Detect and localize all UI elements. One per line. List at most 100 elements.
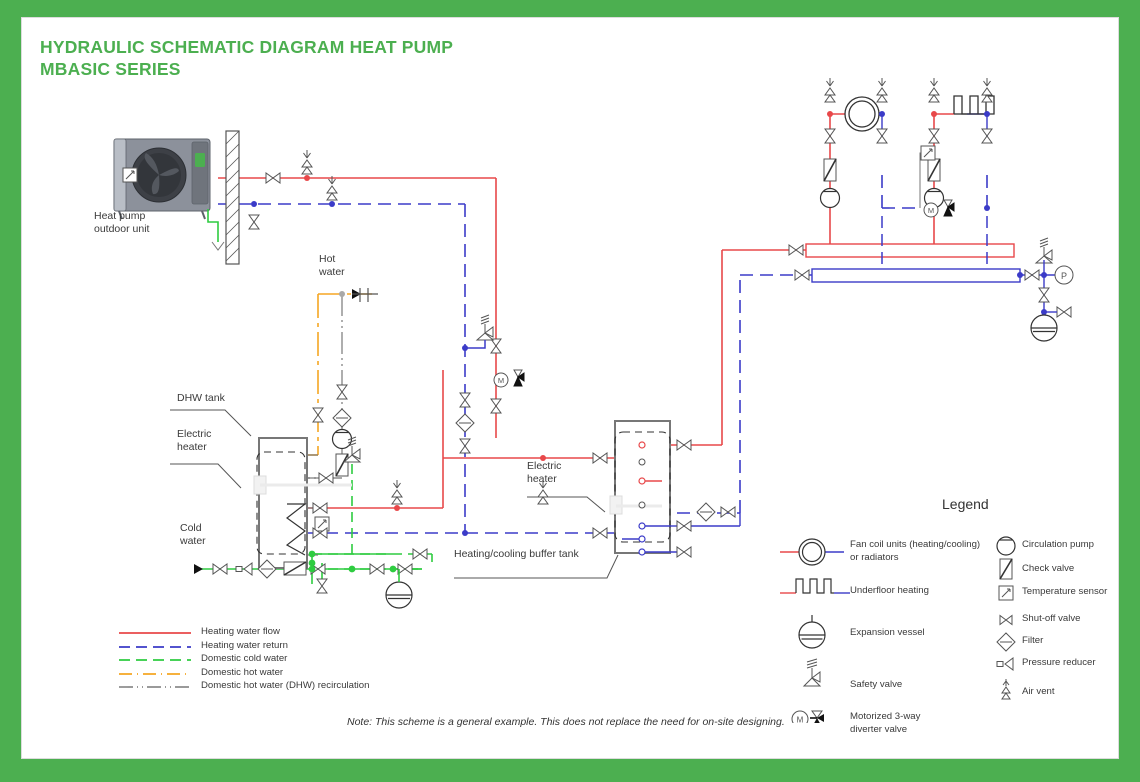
- diagram-frame: HYDRAULIC SCHEMATIC DIAGRAM HEAT PUMP MB…: [22, 18, 1118, 758]
- fan-coil-unit[interactable]: [844, 96, 880, 132]
- shutoff-valve-icon: [1024, 269, 1040, 281]
- shutoff-valve-icon: [676, 520, 692, 532]
- pipe-junction: [251, 201, 257, 207]
- air-vent-icon: [391, 479, 403, 505]
- safety-valve-icon: [476, 314, 494, 341]
- legend-item-pressure-reducer: Pressure reducer: [1022, 657, 1096, 668]
- legend-expansion-vessel-icon: [798, 615, 826, 649]
- svg-text:M: M: [797, 716, 804, 724]
- air-vent-icon: [824, 77, 836, 103]
- electric-heater-dhw-label: Electric heater: [177, 428, 212, 453]
- line-legend-row: Heating water flow: [117, 626, 497, 639]
- line-legend-label: Heating water return: [201, 639, 288, 651]
- shutoff-valve-icon: [720, 506, 736, 518]
- line-legend-swatch: [119, 632, 191, 634]
- electric-heater-buffer-label: Electric heater: [527, 460, 562, 485]
- flow-arrow-icon: [194, 564, 203, 574]
- legend-fan-coil-icon: [780, 538, 844, 566]
- legend-item-safety-valve: Safety valve: [850, 679, 903, 690]
- safety-valve-icon: [1035, 237, 1053, 264]
- legend-item-underfloor: Underfloor heating: [850, 585, 929, 596]
- legend-item-circulation-pump: Circulation pump: [1022, 539, 1094, 550]
- shutoff-valve-icon: [928, 128, 940, 144]
- shutoff-valve-icon: [459, 438, 471, 454]
- line-legend-row: Domestic hot water: [117, 667, 497, 680]
- circulation-pump-icon: [819, 187, 841, 209]
- air-vent-icon: [301, 149, 313, 175]
- legend-item-check-valve: Check valve: [1022, 563, 1075, 574]
- heat-pump-label: Heat pump outdoor unit: [94, 210, 150, 235]
- shutoff-valve-icon: [490, 398, 502, 414]
- heating-return-pipes-solid: [811, 113, 1062, 318]
- shutoff-valve-icon: [592, 452, 608, 464]
- motorized-3way-diverter-valve: [493, 369, 525, 388]
- legend-item-motorized-3way: Motorized 3-way diverter valve: [850, 711, 921, 735]
- filter-icon: [455, 413, 475, 433]
- expansion-vessel-dhw: [385, 581, 413, 609]
- line-legend-label: Heating water flow: [201, 626, 280, 637]
- check-valve-icon: [823, 158, 837, 182]
- shutoff-valve-icon: [248, 214, 260, 230]
- line-legend-swatch: [119, 672, 191, 675]
- building-wall: [225, 130, 240, 265]
- legend-left-labels: Fan coil units (heating/cooling) or radi…: [850, 523, 1040, 735]
- hot-water-label: Hot water: [319, 253, 345, 278]
- legend-item-shutoff-valve: Shut-off valve: [1022, 613, 1081, 624]
- shutoff-valve-icon: [1056, 306, 1072, 318]
- pressure-reducer-icon: [235, 562, 253, 576]
- shutoff-valve-icon: [212, 563, 228, 575]
- dhw-recirculation-pipes: [305, 294, 343, 479]
- shutoff-valve-icon: [676, 546, 692, 558]
- heating-cooling-buffer-tank[interactable]: [609, 420, 741, 556]
- shutoff-valve-icon: [412, 548, 428, 560]
- check-valve-icon: [335, 453, 349, 477]
- pipe-junction: [304, 175, 310, 181]
- shutoff-valve-icon: [490, 338, 502, 354]
- legend-underfloor-icon: [780, 578, 850, 594]
- legend-item-air-vent: Air vent: [1022, 686, 1055, 697]
- diagram-note: Note: This scheme is a general example. …: [347, 716, 785, 728]
- pressure-gauge-label: P: [1061, 271, 1067, 281]
- shutoff-valve-icon: [369, 563, 385, 575]
- pipe-junction: [329, 201, 335, 207]
- legend-item-temperature-sensor: Temperature sensor: [1022, 586, 1108, 597]
- filter-icon: [332, 408, 352, 428]
- legend-item-filter: Filter: [1022, 635, 1044, 646]
- shutoff-valve-icon: [316, 578, 328, 594]
- shutoff-valve-icon: [876, 128, 888, 144]
- filter-icon: [696, 502, 716, 522]
- line-legend-row: Domestic cold water: [117, 653, 497, 666]
- air-vent-icon: [326, 175, 338, 201]
- line-legend-label: Domestic hot water: [201, 666, 284, 678]
- shutoff-valve-icon: [592, 527, 608, 539]
- temperature-sensor-icon: [920, 145, 936, 161]
- line-legend-label: Domestic cold water: [201, 653, 288, 664]
- shutoff-valve-icon: [794, 269, 810, 281]
- shutoff-valve-icon: [265, 172, 281, 184]
- legend-safety-valve-icon: [802, 658, 822, 687]
- line-legend-row: Domestic hot water (DHW) recirculation: [117, 680, 497, 693]
- shutoff-valve-icon: [336, 384, 348, 400]
- air-vent-icon: [928, 77, 940, 103]
- dhw-tank-label: DHW tank: [177, 392, 225, 404]
- buffer-tank-label: Heating/cooling buffer tank: [454, 548, 579, 560]
- shutoff-valve-icon: [788, 244, 804, 256]
- shutoff-valve-icon: [459, 392, 471, 408]
- line-legend-row: Heating water return: [117, 640, 497, 653]
- legend-title: Legend: [942, 496, 989, 512]
- line-legend-swatch: [119, 686, 191, 688]
- line-legend-label: Domestic hot water (DHW) recirculation: [201, 680, 370, 691]
- shutoff-valve-icon: [397, 563, 413, 575]
- air-vent-icon: [981, 77, 993, 103]
- shutoff-valve-icon: [1038, 287, 1050, 303]
- air-vent-icon: [876, 77, 888, 103]
- shutoff-valve-icon: [981, 128, 993, 144]
- check-valve-icon: [283, 561, 307, 576]
- expansion-vessel-heating: [1030, 314, 1058, 342]
- shutoff-valve-icon: [318, 472, 334, 484]
- legend-item-expansion-vessel: Expansion vessel: [850, 627, 925, 638]
- cold-water-label: Cold water: [180, 522, 206, 547]
- legend-right-labels: Circulation pump Check valve Temperature s…: [1022, 523, 1140, 733]
- legend-motorized-3way-icon: M: [791, 710, 824, 724]
- legend-item-fan-coil: Fan coil units (heating/cooling) or radi…: [850, 539, 981, 563]
